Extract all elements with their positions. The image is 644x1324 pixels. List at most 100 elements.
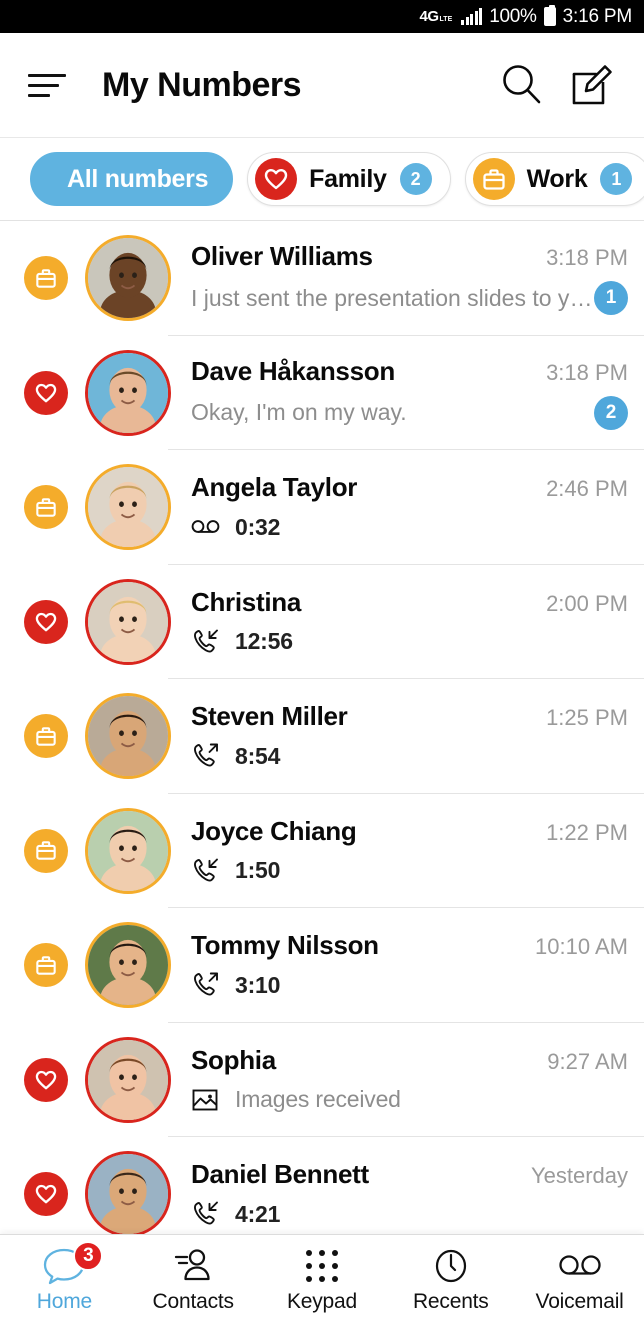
briefcase-icon	[24, 828, 68, 873]
app-header: My Numbers	[0, 33, 644, 138]
battery-icon	[543, 5, 556, 26]
unread-badge: 2	[594, 395, 628, 430]
conversation-content: Sophia 9:27 AM Images received	[191, 1023, 644, 1138]
avatar	[85, 235, 171, 322]
conversation-row[interactable]: Daniel Bennett Yesterday 4:21	[0, 1137, 644, 1234]
avatar	[85, 349, 171, 436]
compose-icon[interactable]	[566, 59, 618, 111]
nav-item-recents-label: Recents	[412, 1289, 489, 1313]
page-title: My Numbers	[102, 65, 302, 104]
incoming-call-icon	[191, 857, 221, 885]
conversation-content: Tommy Nilsson 10:10 AM 3:10	[191, 908, 644, 1023]
conversation-preview: Okay, I'm on my way.	[191, 399, 407, 426]
conversation-detail: 3:10	[235, 971, 281, 998]
nav-item-keypad-label: Keypad	[286, 1289, 357, 1313]
nav-item-contacts[interactable]: Contacts	[129, 1235, 258, 1324]
conversation-detail: 1:50	[235, 857, 281, 884]
search-icon[interactable]	[496, 59, 548, 111]
conversation-detail: Images received	[235, 1086, 401, 1113]
chip-work[interactable]: Work 1	[464, 152, 644, 206]
conversation-row[interactable]: Oliver Williams 3:18 PM I just sent the pr…	[0, 221, 644, 336]
conversation-timestamp: 9:27 AM	[547, 1048, 628, 1074]
conversation-timestamp: 10:10 AM	[535, 934, 628, 960]
network-indicator: 4G LTE	[420, 9, 453, 24]
conversation-content: Dave Håkansson 3:18 PM Okay, I'm on my way…	[191, 336, 644, 451]
contact-name: Christina	[191, 586, 301, 617]
contact-name: Angela Taylor	[191, 472, 358, 503]
conversation-timestamp: Yesterday	[530, 1163, 628, 1189]
conversation-timestamp: 3:18 PM	[546, 245, 628, 271]
conversation-row[interactable]: Dave Håkansson 3:18 PM Okay, I'm on my way…	[0, 336, 644, 451]
conversation-row[interactable]: Angela Taylor 2:46 PM 0:32	[0, 450, 644, 565]
avatar	[85, 1151, 171, 1234]
chip-family[interactable]: Family 2	[247, 152, 451, 206]
heart-icon	[24, 1057, 68, 1102]
contact-name: Tommy Nilsson	[191, 930, 379, 961]
conversation-timestamp: 2:00 PM	[546, 590, 628, 616]
conversation-detail: 0:32	[235, 513, 281, 540]
avatar	[85, 693, 171, 780]
nav-item-keypad[interactable]: Keypad	[258, 1235, 387, 1324]
heart-icon	[24, 599, 68, 644]
incoming-call-icon	[191, 628, 221, 656]
conversation-timestamp: 2:46 PM	[546, 476, 628, 502]
conversation-preview: I just sent the presentation slides to y…	[191, 284, 594, 311]
voicemail-icon	[191, 513, 221, 541]
contact-name: Oliver Williams	[191, 241, 373, 272]
conversation-timestamp: 3:18 PM	[546, 359, 628, 385]
chip-work-count: 1	[600, 163, 633, 195]
nav-item-contacts-label: Contacts	[152, 1289, 234, 1313]
heart-icon	[24, 1172, 68, 1217]
nav-item-recents[interactable]: Recents	[386, 1235, 515, 1324]
conversation-content: Steven Miller 1:25 PM 8:54	[191, 679, 644, 794]
contact-name: Dave Håkansson	[191, 355, 395, 386]
incoming-call-icon	[191, 1200, 221, 1228]
home-unread-badge: 3	[73, 1240, 104, 1271]
briefcase-icon	[24, 485, 68, 530]
chip-family-label: Family	[309, 164, 387, 193]
unread-badge: 1	[594, 281, 628, 316]
bottom-navigation: 3 Home Contacts Keypad Recents Voicemail	[0, 1234, 644, 1324]
conversation-detail: 12:56	[235, 628, 293, 655]
network-sub-label: LTE	[439, 15, 453, 23]
chip-family-count: 2	[399, 163, 432, 195]
hamburger-menu-icon[interactable]	[28, 70, 68, 100]
conversation-row[interactable]: Sophia 9:27 AM Images received	[0, 1023, 644, 1138]
chip-work-label: Work	[526, 164, 588, 193]
status-bar-clock: 3:16 PM	[562, 5, 633, 27]
conversation-row[interactable]: Joyce Chiang 1:22 PM 1:50	[0, 794, 644, 909]
conversation-list[interactable]: Oliver Williams 3:18 PM I just sent the pr…	[0, 221, 644, 1234]
outgoing-call-icon	[191, 971, 221, 999]
conversation-timestamp: 1:25 PM	[546, 705, 628, 731]
conversation-row[interactable]: Tommy Nilsson 10:10 AM 3:10	[0, 908, 644, 1023]
conversation-content: Christina 2:00 PM 12:56	[191, 565, 644, 680]
keypad-dots-icon	[305, 1246, 338, 1286]
avatar	[85, 1036, 171, 1123]
outgoing-call-icon	[191, 742, 221, 770]
filter-chips-bar: All numbers Family 2 Work 1	[0, 138, 644, 221]
conversation-row[interactable]: Christina 2:00 PM 12:56	[0, 565, 644, 680]
conversation-detail: 4:21	[235, 1200, 281, 1227]
nav-item-voicemail-label: Voicemail	[535, 1289, 624, 1313]
clock-icon	[431, 1246, 471, 1286]
contacts-person-icon	[171, 1246, 215, 1286]
conversation-row[interactable]: Steven Miller 1:25 PM 8:54	[0, 679, 644, 794]
image-icon	[191, 1086, 221, 1114]
network-type-label: 4G	[419, 8, 440, 25]
avatar	[85, 922, 171, 1009]
conversation-detail: 8:54	[235, 742, 281, 769]
chat-bubble-icon: 3	[42, 1240, 104, 1286]
conversation-timestamp: 1:22 PM	[546, 819, 628, 845]
conversation-content: Joyce Chiang 1:22 PM 1:50	[191, 794, 644, 909]
heart-icon	[255, 158, 298, 200]
contact-name: Joyce Chiang	[191, 815, 357, 846]
avatar	[85, 807, 171, 894]
avatar	[85, 578, 171, 665]
conversation-content: Angela Taylor 2:46 PM 0:32	[191, 450, 644, 565]
nav-item-voicemail[interactable]: Voicemail	[515, 1235, 644, 1324]
avatar	[85, 464, 171, 551]
briefcase-icon	[24, 256, 68, 301]
nav-item-home[interactable]: 3 Home	[0, 1235, 129, 1324]
chip-all-numbers[interactable]: All numbers	[30, 152, 234, 206]
conversation-content: Daniel Bennett Yesterday 4:21	[191, 1137, 644, 1234]
